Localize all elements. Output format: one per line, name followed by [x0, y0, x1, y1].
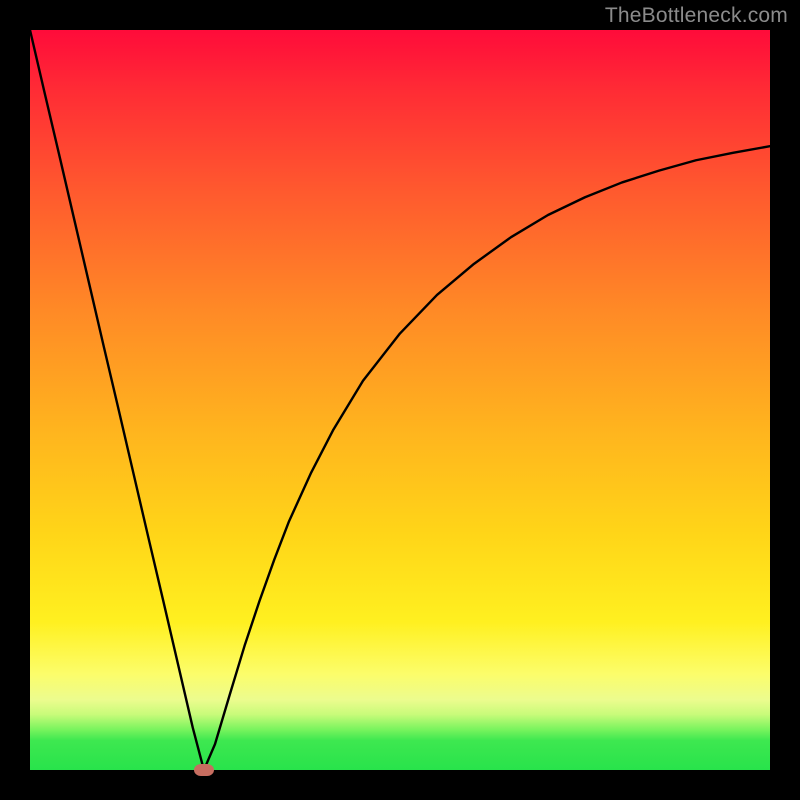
watermark-text: TheBottleneck.com	[605, 4, 788, 28]
bottleneck-curve	[30, 30, 770, 770]
curve-path	[30, 30, 770, 770]
plot-area	[30, 30, 770, 770]
chart-frame: TheBottleneck.com	[0, 0, 800, 800]
optimal-point-marker	[194, 764, 214, 776]
